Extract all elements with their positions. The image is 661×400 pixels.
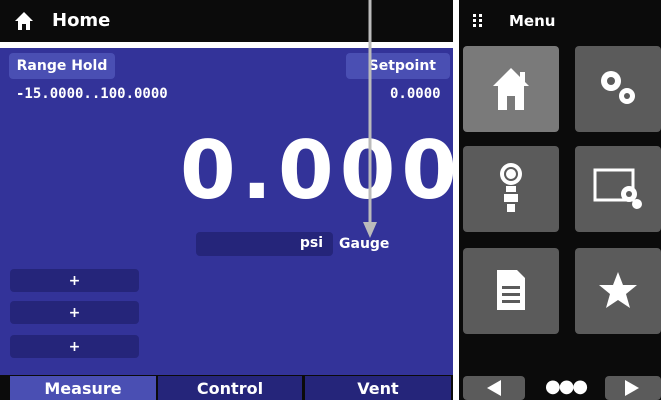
unit-label: psi [299,235,323,251]
favorites-star-icon [599,272,637,308]
settings-gears-icon [601,71,635,104]
home-icon[interactable] [14,11,34,31]
menu-header[interactable]: Menu [459,0,661,42]
sensor-tile[interactable] [463,146,559,232]
tab-vent[interactable]: Vent [305,376,451,400]
favorites-tile[interactable] [575,248,661,334]
page-title: Home [52,10,111,31]
bottom-tabs: Measure Control Vent [0,375,453,400]
menu-panel: ●●● [459,42,661,400]
tab-measure[interactable]: Measure [10,376,156,400]
menu-label: Menu [509,12,556,30]
display-settings-icon [593,168,642,209]
document-tile[interactable] [463,248,559,334]
plus-button-2[interactable]: + [10,301,139,324]
top-bar: Home [0,0,453,42]
settings-tile[interactable] [575,46,661,132]
plus-button-1[interactable]: + [10,269,139,292]
prev-page-button[interactable] [463,376,525,400]
page-indicator: ●●● [545,376,588,397]
sensor-icon [500,163,522,212]
setpoint-value: 0.0000 [390,86,441,102]
display-settings-tile[interactable] [575,146,661,232]
annotation-arrow [363,0,377,238]
grid-dots-icon [473,14,482,27]
next-page-button[interactable] [605,376,661,400]
right-arrow-icon [625,380,639,396]
document-icon [497,270,525,310]
left-arrow-icon [487,380,501,396]
range-hold-button[interactable]: Range Hold [9,53,115,79]
home-tile[interactable] [463,46,559,132]
plus-button-3[interactable]: + [10,335,139,358]
unit-selector[interactable]: psi [196,232,333,256]
tab-control[interactable]: Control [158,376,302,400]
main-display: Range Hold -15.0000..100.0000 Setpoint 0… [0,48,519,375]
home-icon [493,68,529,110]
range-value: -15.0000..100.0000 [16,86,168,102]
